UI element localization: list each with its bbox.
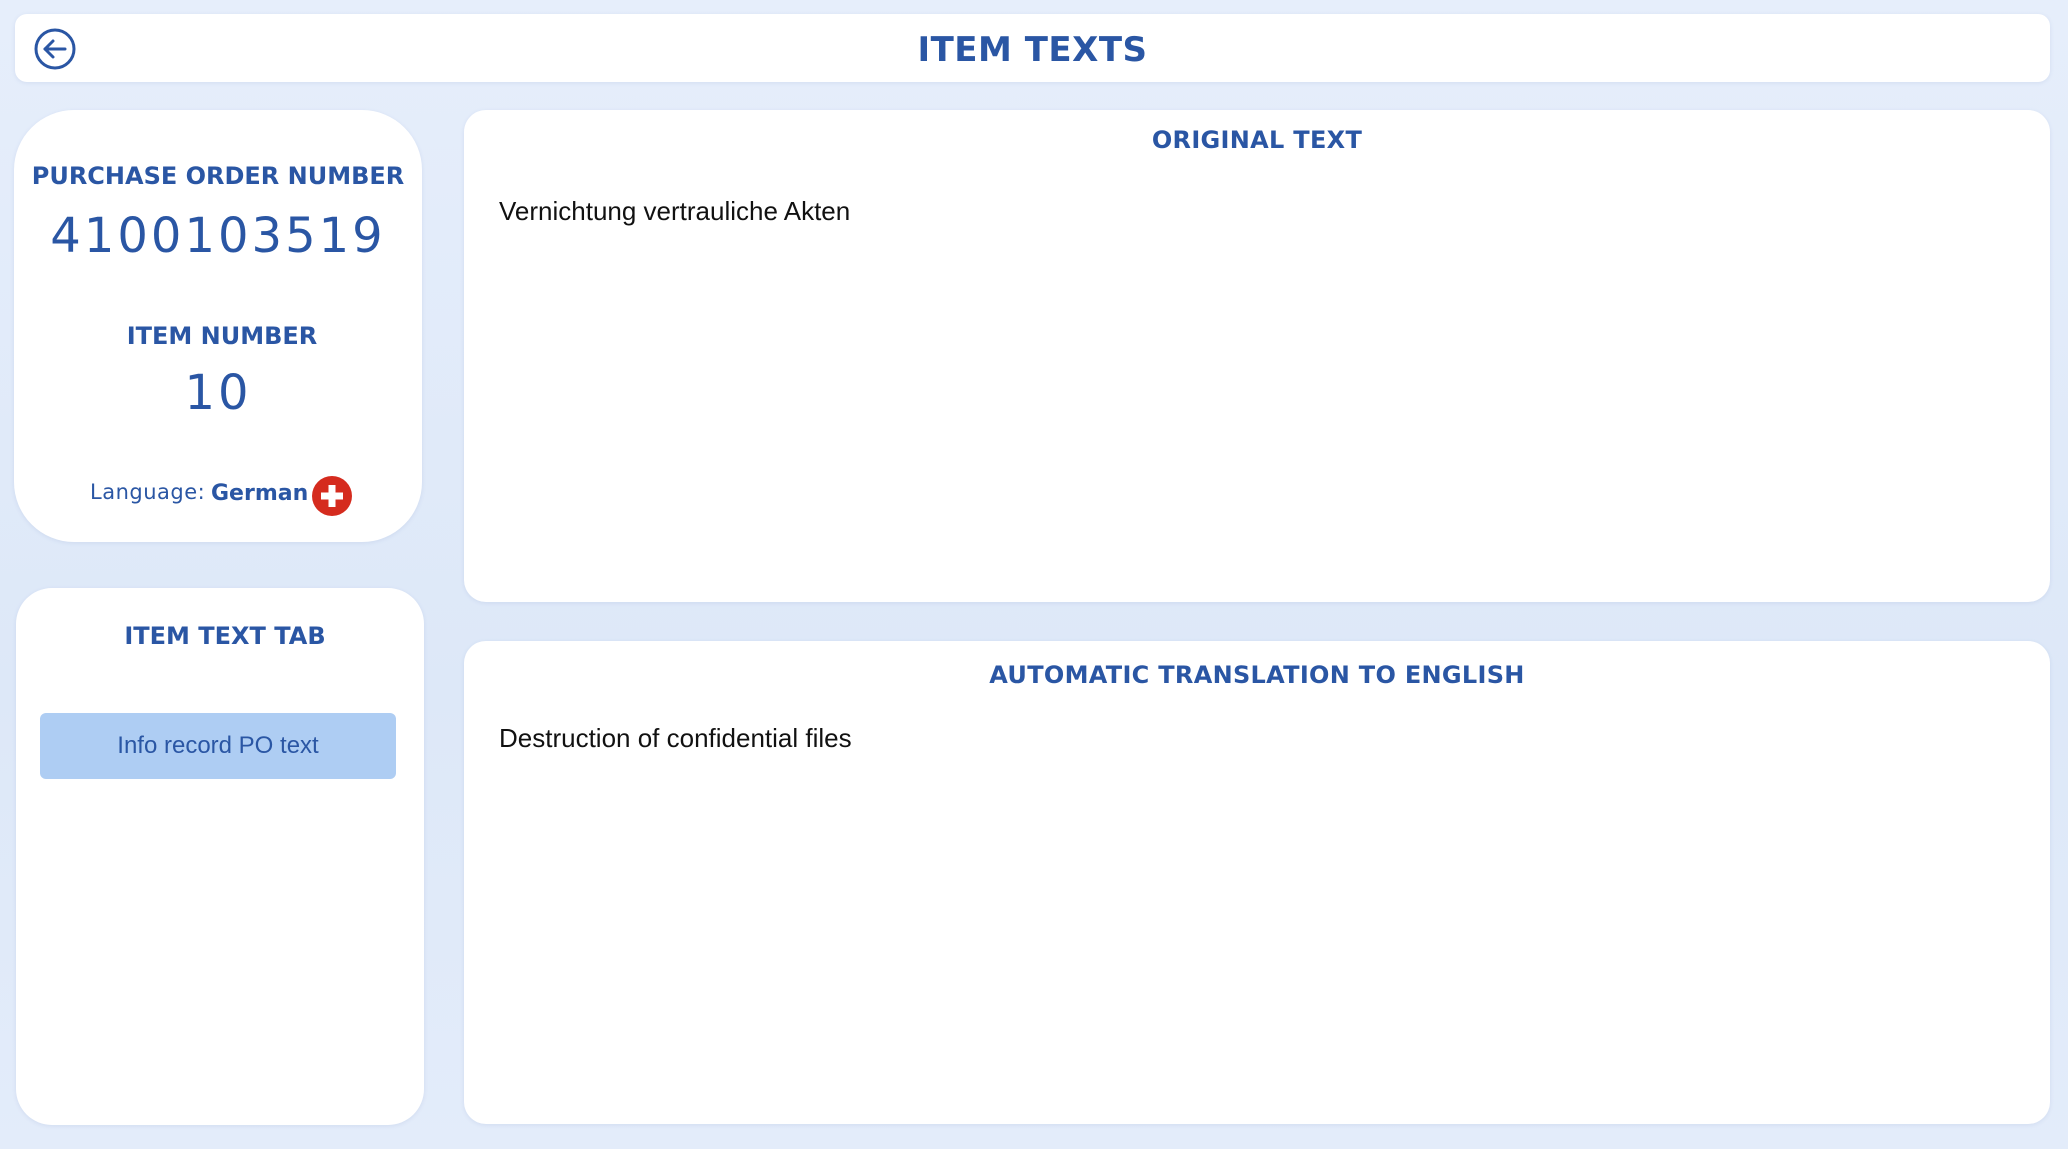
- po-number-label: PURCHASE ORDER NUMBER: [31, 162, 405, 190]
- tab-info-record-po-text[interactable]: Info record PO text: [40, 713, 396, 779]
- language-value: German: [211, 481, 309, 506]
- item-number-label: ITEM NUMBER: [126, 322, 318, 350]
- original-text-panel: ORIGINAL TEXT Vernichtung vertrauliche A…: [464, 110, 2050, 602]
- item-text-tab-card: ITEM TEXT TAB Info record PO text: [16, 588, 424, 1125]
- translation-title: AUTOMATIC TRANSLATION TO ENGLISH: [989, 661, 1525, 689]
- item-number-value: 10: [184, 365, 252, 421]
- page-title: ITEM TEXTS: [917, 30, 1148, 70]
- item-text-tab-title: ITEM TEXT TAB: [124, 622, 326, 650]
- original-text-content: Vernichtung vertrauliche Akten: [499, 196, 851, 226]
- translation-panel: AUTOMATIC TRANSLATION TO ENGLISH Destruc…: [464, 641, 2050, 1124]
- purchase-order-card: PURCHASE ORDER NUMBER 4100103519 ITEM NU…: [14, 110, 422, 542]
- swiss-flag-icon: [312, 476, 352, 516]
- header-bar: ITEM TEXTS: [15, 14, 2050, 82]
- po-number-value: 4100103519: [50, 208, 386, 264]
- language-label: Language:: [90, 480, 206, 504]
- translation-content: Destruction of confidential files: [499, 723, 852, 753]
- original-text-title: ORIGINAL TEXT: [1151, 126, 1363, 154]
